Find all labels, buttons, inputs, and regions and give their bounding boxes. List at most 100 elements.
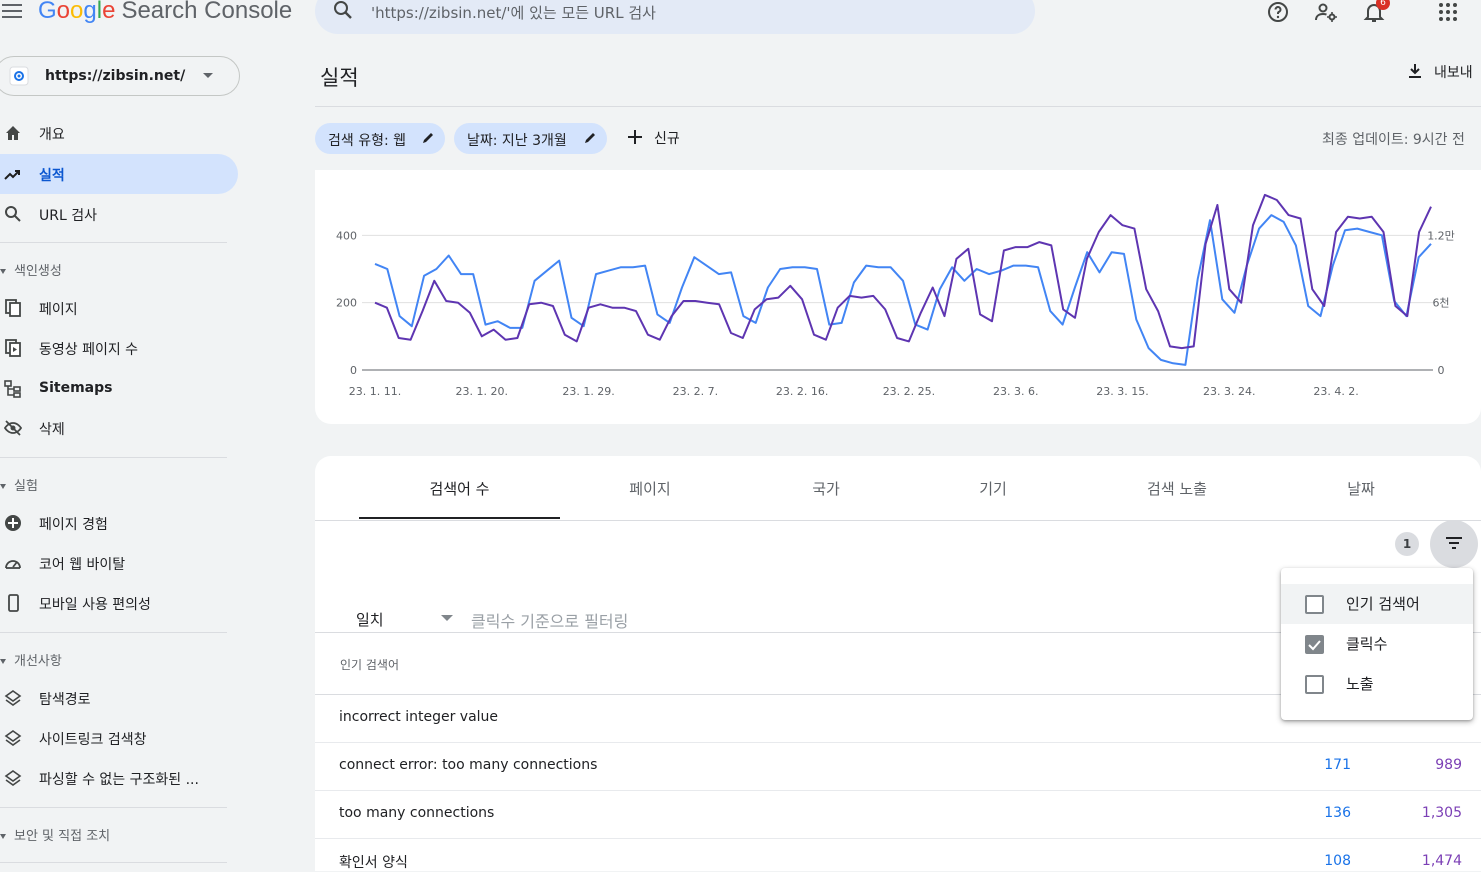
column-selector-menu: 인기 검색어 클릭수 노출 (1281, 568, 1473, 720)
filter-list-icon (1446, 537, 1462, 549)
search-type-chip[interactable]: 검색 유형: 웹 (315, 123, 445, 154)
layers-icon (4, 730, 22, 746)
top-bar: Google Search Console 'https://zibsin.net… (0, 0, 1481, 44)
x-tick-label: 23. 2. 7. (673, 385, 718, 398)
sidebar-item-pages[interactable]: 페이지 (0, 288, 238, 328)
y-right-tick-label: 0 (1438, 364, 1445, 377)
speed-gauge-icon (5, 560, 21, 569)
checkbox[interactable] (1305, 675, 1324, 694)
layers-icon (4, 770, 22, 786)
smartphone-icon (8, 594, 19, 612)
search-icon (334, 1, 352, 19)
checkbox-checked[interactable] (1305, 635, 1324, 654)
plus-icon (628, 130, 642, 144)
sidebar-item-core-web-vitals[interactable]: 코어 웹 바이탈 (0, 543, 238, 583)
date-range-chip[interactable]: 날짜: 지난 3개월 (454, 123, 607, 154)
sidebar-item-video-pages[interactable]: 동영상 페이지 수 (0, 328, 238, 368)
notification-badge: 6 (1376, 0, 1390, 10)
x-tick-label: 23. 3. 24. (1203, 385, 1255, 398)
add-circle-icon (5, 515, 21, 531)
sidebar-item-performance[interactable]: 실적 (0, 154, 238, 194)
table-row-clicks: 171 (1324, 757, 1351, 773)
row-divider (315, 838, 1481, 839)
tab-search-appearance[interactable]: 검색 노출 (1074, 478, 1280, 499)
tab-pages[interactable]: 페이지 (560, 478, 740, 499)
section-indexing[interactable]: 색인생성 (0, 260, 62, 279)
table-row-query[interactable]: incorrect integer value (339, 709, 498, 725)
series-line-impressions (374, 193, 1432, 350)
sidebar-item-mobile-usability[interactable]: 모바일 사용 편의성 (0, 583, 238, 623)
performance-line-chart[interactable]: 0 0 200 6천 400 1.2만 23. 1. 11. 23. 1. 20. 23. 1.… (315, 170, 1481, 424)
table-row-query[interactable]: too many connections (339, 805, 494, 821)
y-left-tick-label: 200 (336, 297, 357, 310)
x-tick-label: 23. 2. 25. (883, 385, 935, 398)
edit-pencil-icon (423, 133, 433, 143)
section-security-manual-actions[interactable]: 보안 및 직접 조치 (0, 825, 110, 844)
visibility-off-icon (4, 420, 22, 436)
export-button[interactable]: 내보내 (1406, 62, 1473, 82)
apps-grid-icon[interactable] (1436, 0, 1460, 24)
x-tick-label: 23. 1. 20. (456, 385, 508, 398)
table-row-query[interactable]: 확인서 양식 (339, 852, 408, 872)
clicks-filter-input[interactable]: 클릭수 기준으로 필터링 (471, 608, 628, 632)
tabs-divider (315, 520, 1481, 521)
active-tab-indicator (359, 517, 560, 519)
help-icon[interactable] (1266, 0, 1290, 24)
performance-chart-card: 0 0 200 6천 400 1.2만 23. 1. 11. 23. 1. 20. 23. 1.… (315, 170, 1481, 424)
sidebar-divider (0, 457, 227, 458)
tab-dates[interactable]: 날짜 (1280, 478, 1442, 499)
layers-icon (4, 690, 22, 706)
user-settings-icon[interactable] (1314, 0, 1338, 24)
edit-pencil-icon (585, 133, 595, 143)
url-inspection-search[interactable]: 'https://zibsin.net/'에 있는 모든 URL 검사 (315, 0, 1035, 34)
menu-option-top-queries[interactable]: 인기 검색어 (1281, 584, 1473, 624)
x-tick-label: 23. 1. 29. (562, 385, 614, 398)
x-tick-label: 23. 1. 11. (349, 385, 401, 398)
property-selector[interactable]: https://zibsin.net/ (0, 56, 240, 96)
menu-option-impressions[interactable]: 노출 (1281, 664, 1473, 704)
last-updated-label: 최종 업데이트: 9시간 전 (1322, 132, 1465, 148)
tab-countries[interactable]: 국가 (740, 478, 912, 499)
search-input[interactable]: 'https://zibsin.net/'에 있는 모든 URL 검사 (371, 2, 656, 23)
checkmark-icon (1308, 640, 1321, 651)
menu-icon[interactable] (2, 2, 24, 20)
sidebar-item-breadcrumbs[interactable]: 탐색경로 (0, 678, 238, 718)
google-search-console-logo[interactable]: Google Search Console (38, 0, 292, 25)
tab-queries[interactable]: 검색어 수 (359, 478, 560, 499)
sidebar-item-page-experience[interactable]: 페이지 경험 (0, 503, 238, 543)
section-experience[interactable]: 실험 (0, 475, 38, 494)
sidebar-item-removals[interactable]: 삭제 (0, 408, 238, 448)
chevron-down-icon[interactable] (441, 615, 453, 621)
x-tick-label: 23. 3. 15. (1096, 385, 1148, 398)
table-row-query[interactable]: connect error: too many connections (339, 757, 597, 773)
filter-rows-button[interactable] (1430, 520, 1478, 568)
sidebar-divider (0, 862, 227, 863)
section-enhancements[interactable]: 개선사항 (0, 650, 62, 669)
match-type-select[interactable]: 일치 (356, 609, 384, 630)
add-filter-button[interactable]: 신규 (626, 128, 680, 148)
chevron-down-icon (203, 73, 213, 78)
x-tick-label: 23. 2. 16. (776, 385, 828, 398)
column-header-top-queries[interactable]: 인기 검색어 (340, 656, 399, 673)
row-divider (315, 790, 1481, 791)
table-row-impressions: 1,305 (1421, 805, 1462, 821)
tab-devices[interactable]: 기기 (912, 478, 1074, 499)
sidebar-item-unparsable-structured-data[interactable]: 파싱할 수 없는 구조화된 ... (0, 758, 238, 798)
sidebar-item-sitelinks-searchbox[interactable]: 사이트링크 검색창 (0, 718, 238, 758)
menu-option-clicks[interactable]: 클릭수 (1281, 624, 1473, 664)
y-right-tick-label: 6천 (1432, 296, 1449, 310)
table-row-clicks: 136 (1324, 805, 1351, 821)
header-divider (315, 106, 1481, 107)
sidebar-item-overview[interactable]: 개요 (0, 113, 238, 153)
x-tick-label: 23. 3. 6. (993, 385, 1038, 398)
table-row-impressions: 989 (1435, 757, 1462, 773)
trending-up-icon (4, 170, 20, 180)
sidebar-item-sitemaps[interactable]: Sitemaps (0, 369, 238, 409)
checkbox[interactable] (1305, 595, 1324, 614)
sidebar-divider (0, 807, 227, 808)
sidebar-item-url-inspection[interactable]: URL 검사 (0, 194, 238, 234)
table-row-clicks: 108 (1324, 853, 1351, 869)
sitemap-icon (4, 380, 21, 398)
download-icon (1409, 64, 1421, 78)
page-title: 실적 (320, 66, 359, 90)
